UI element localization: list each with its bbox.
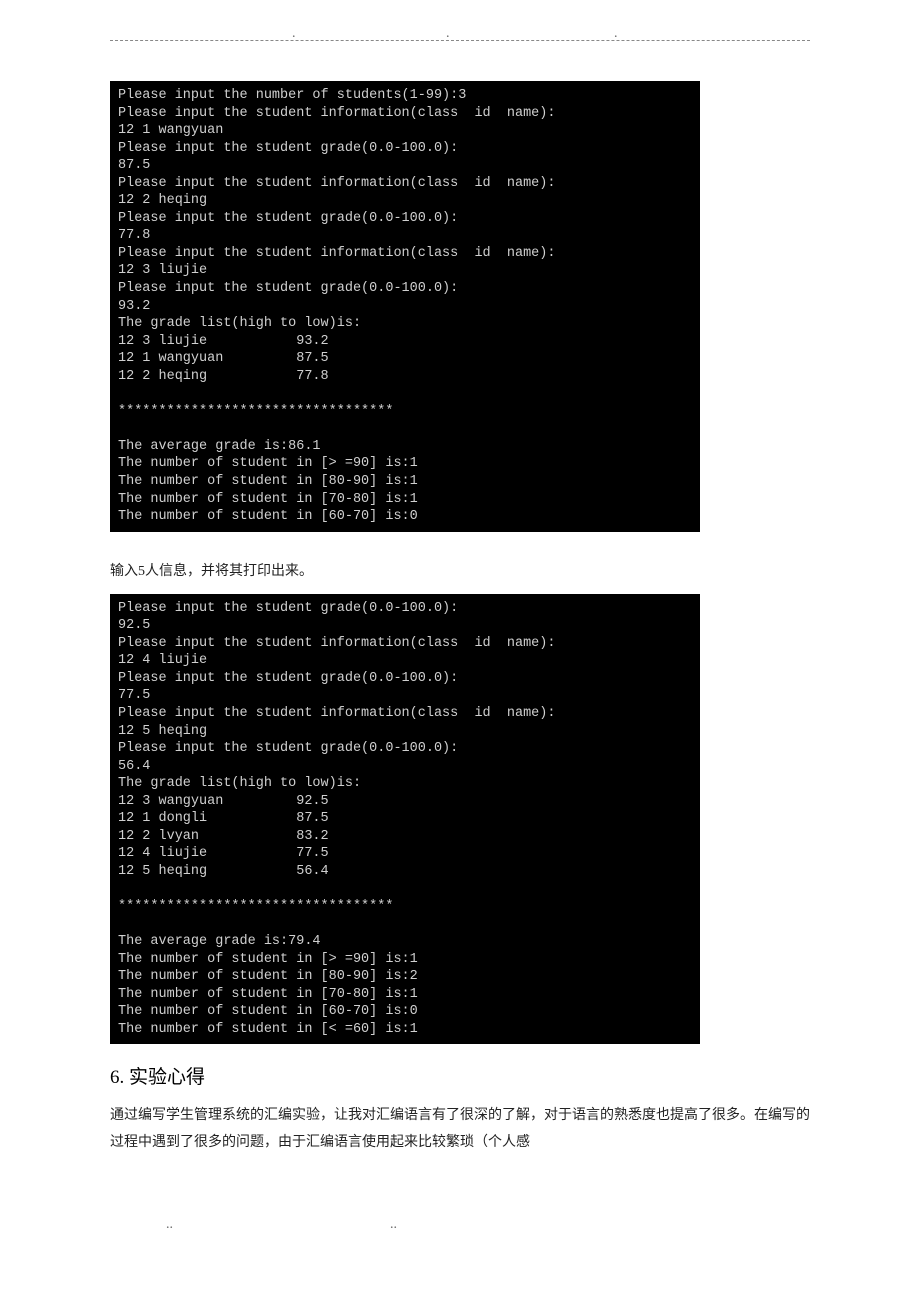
- terminal-output-2: Please input the student grade(0.0-100.0…: [110, 594, 700, 1045]
- section-number: 6.: [110, 1067, 124, 1088]
- body-paragraph: 通过编写学生管理系统的汇编实验，让我对汇编语言有了很深的了解，对于语言的熟悉度也…: [110, 1103, 810, 1156]
- terminal-2-text: Please input the student grade(0.0-100.0…: [118, 601, 555, 1037]
- header-divider: .: [110, 40, 810, 41]
- footer-dots: ....: [110, 1217, 810, 1227]
- terminal-output-1: Please input the number of students(1-99…: [110, 81, 700, 532]
- section-heading: 6. 实验心得: [110, 1062, 810, 1089]
- caption-text: 输入5人信息，并将其打印出来。: [110, 560, 810, 580]
- terminal-1-text: Please input the number of students(1-99…: [118, 88, 555, 524]
- section-title: 实验心得: [129, 1067, 205, 1088]
